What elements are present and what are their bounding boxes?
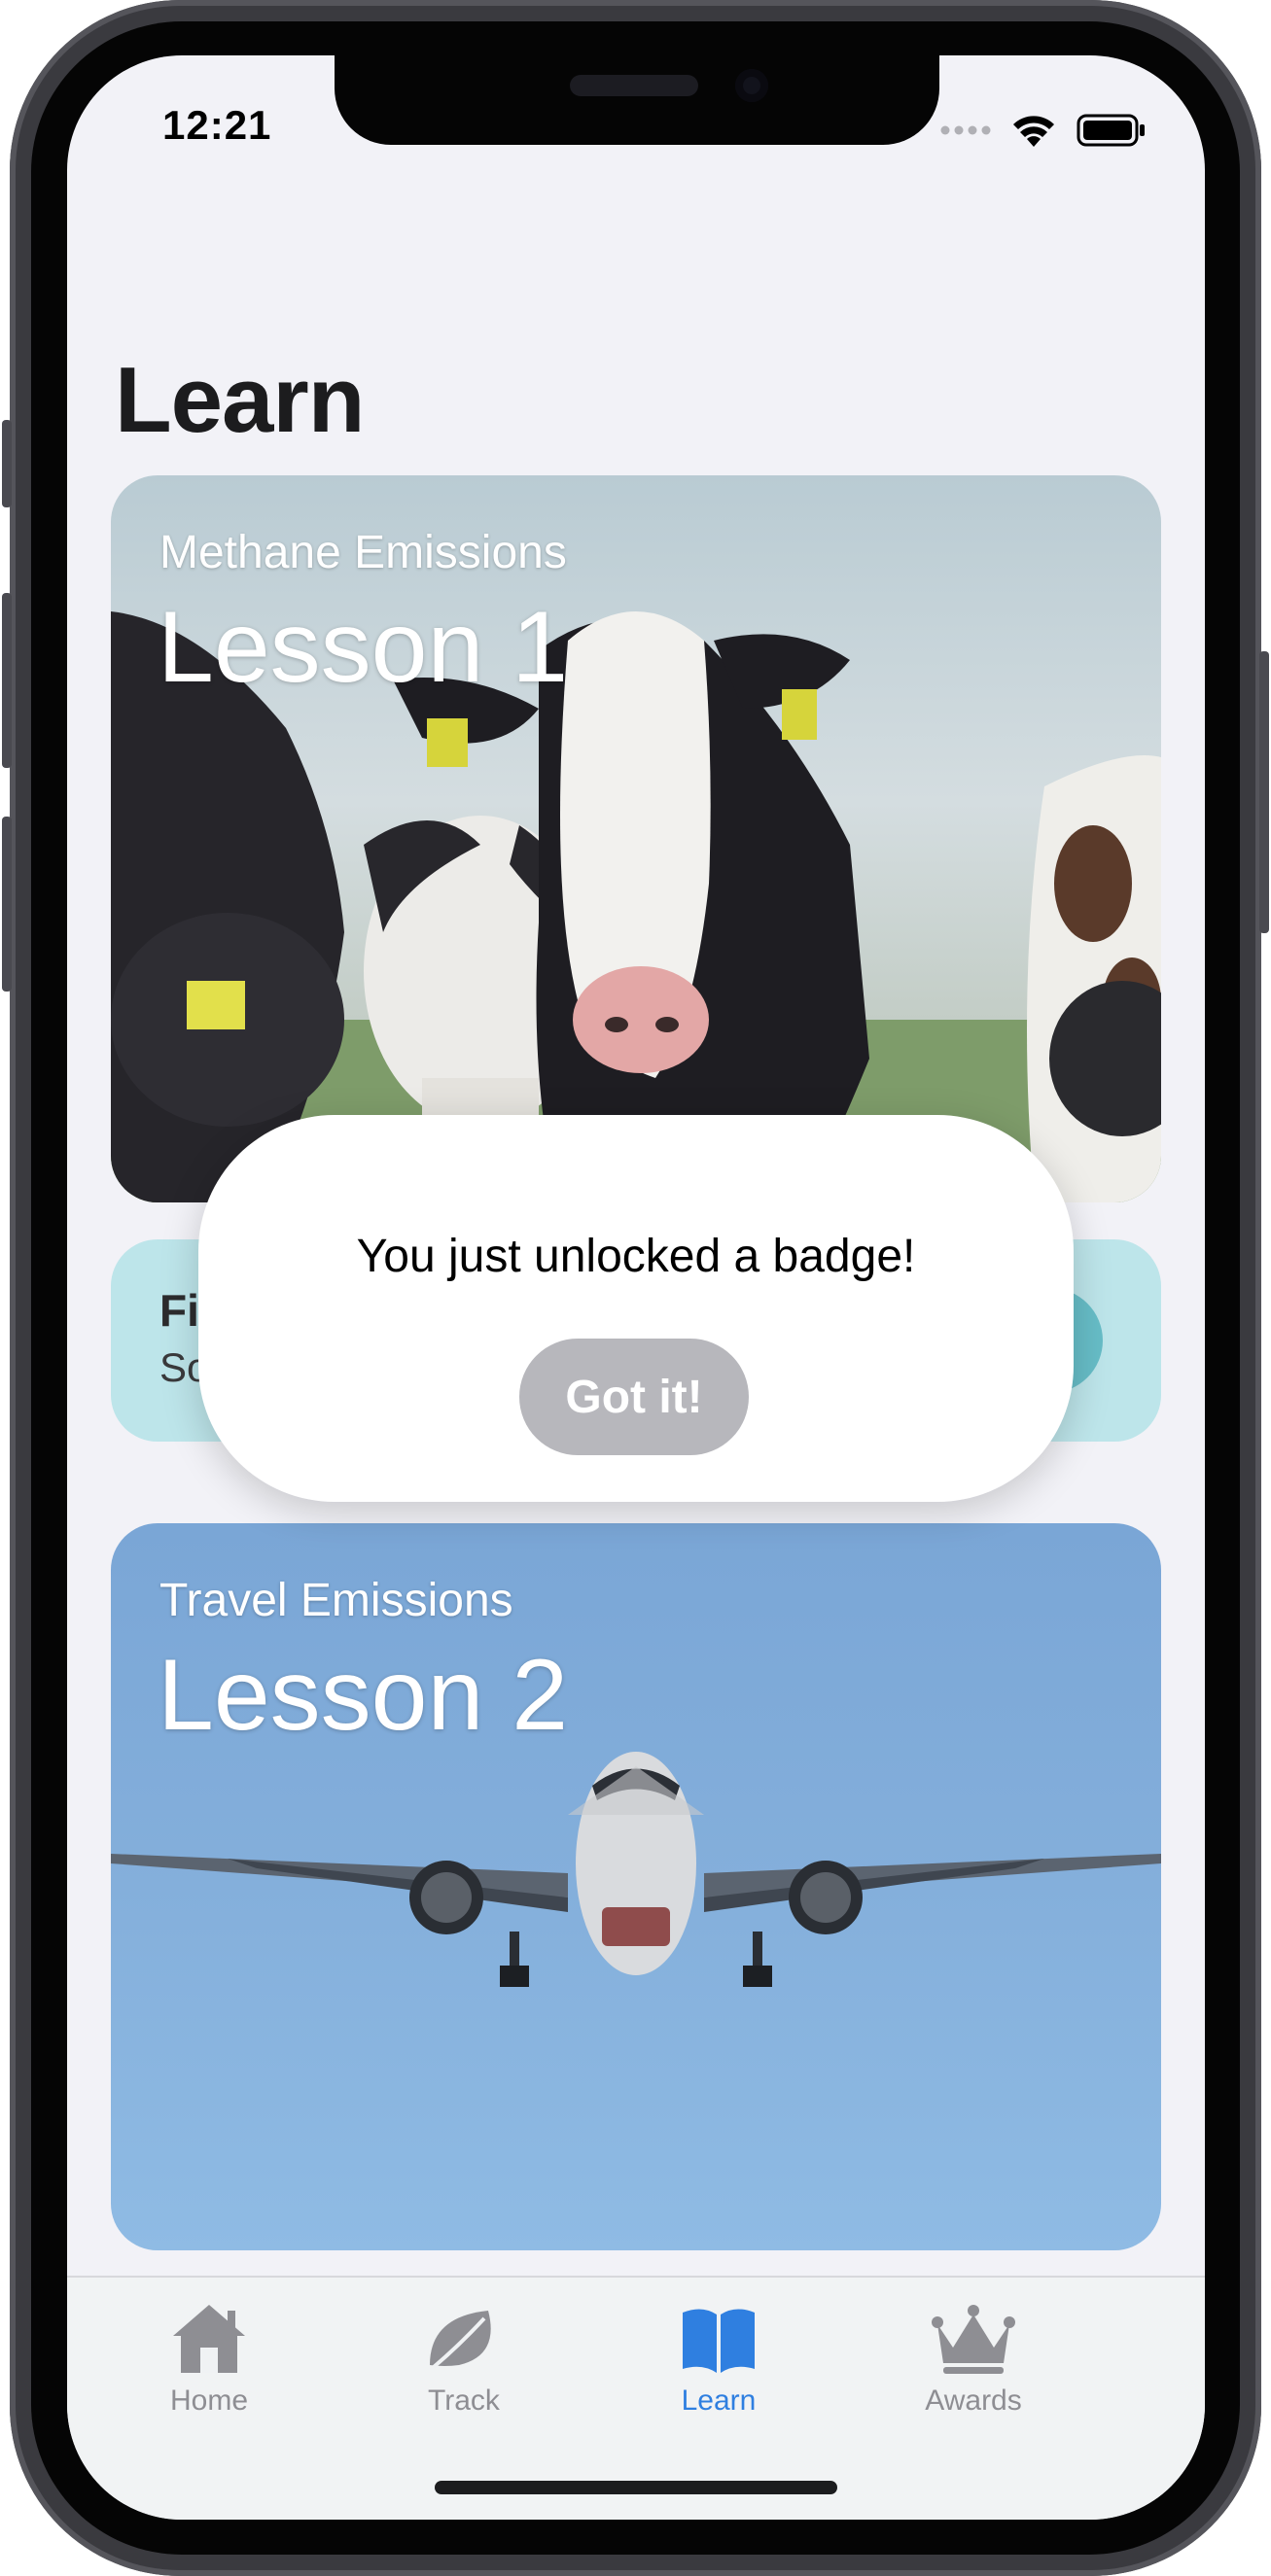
status-time: 12:21 xyxy=(162,102,272,148)
status-icons xyxy=(940,114,1147,147)
tab-home[interactable]: Home xyxy=(112,2297,306,2418)
speaker-grille xyxy=(570,75,698,96)
tab-label: Track xyxy=(428,2385,500,2417)
card-lesson-title: Lesson 2 xyxy=(158,1639,569,1752)
tab-label: Learn xyxy=(681,2385,757,2417)
card-kicker: Travel Emissions xyxy=(159,1575,513,1626)
mute-switch xyxy=(2,420,12,507)
crown-icon xyxy=(932,2305,1015,2374)
tab-learn[interactable]: Learn xyxy=(621,2297,816,2418)
screen: 12:21 Learn Methane Emissions Lesson 1 F… xyxy=(67,55,1205,2520)
battery-icon xyxy=(1077,114,1145,147)
cows-photo xyxy=(111,611,1161,1202)
notch xyxy=(335,55,939,145)
house-icon xyxy=(173,2305,245,2373)
page-title: Learn xyxy=(115,348,365,452)
tab-track[interactable]: Track xyxy=(367,2297,561,2418)
volume-up-button xyxy=(2,593,12,768)
tab-label: Home xyxy=(169,2385,249,2417)
badge-unlocked-alert: You just unlocked a badge! Got it! xyxy=(198,1115,1074,1502)
wifi-icon xyxy=(1013,116,1054,147)
lesson-card-methane[interactable]: Methane Emissions Lesson 1 xyxy=(111,475,1161,1202)
power-button xyxy=(1259,651,1269,933)
got-it-button[interactable]: Got it! xyxy=(519,1339,749,1455)
alert-message: You just unlocked a badge! xyxy=(356,1231,916,1282)
home-indicator[interactable] xyxy=(435,2481,837,2494)
info-card-title: Fi xyxy=(159,1285,199,1336)
lesson-card-travel[interactable]: Travel Emissions Lesson 2 xyxy=(111,1523,1161,2250)
book-icon xyxy=(683,2309,755,2373)
card-kicker: Methane Emissions xyxy=(159,527,567,578)
signal-icon xyxy=(940,125,991,135)
tab-label: Awards xyxy=(925,2385,1022,2417)
tab-awards[interactable]: Awards xyxy=(876,2297,1071,2418)
volume-down-button xyxy=(2,817,12,992)
card-lesson-title: Lesson 1 xyxy=(158,591,569,704)
front-camera xyxy=(735,69,768,102)
leaf-icon xyxy=(430,2311,491,2369)
airplane-photo xyxy=(111,1752,1161,1987)
